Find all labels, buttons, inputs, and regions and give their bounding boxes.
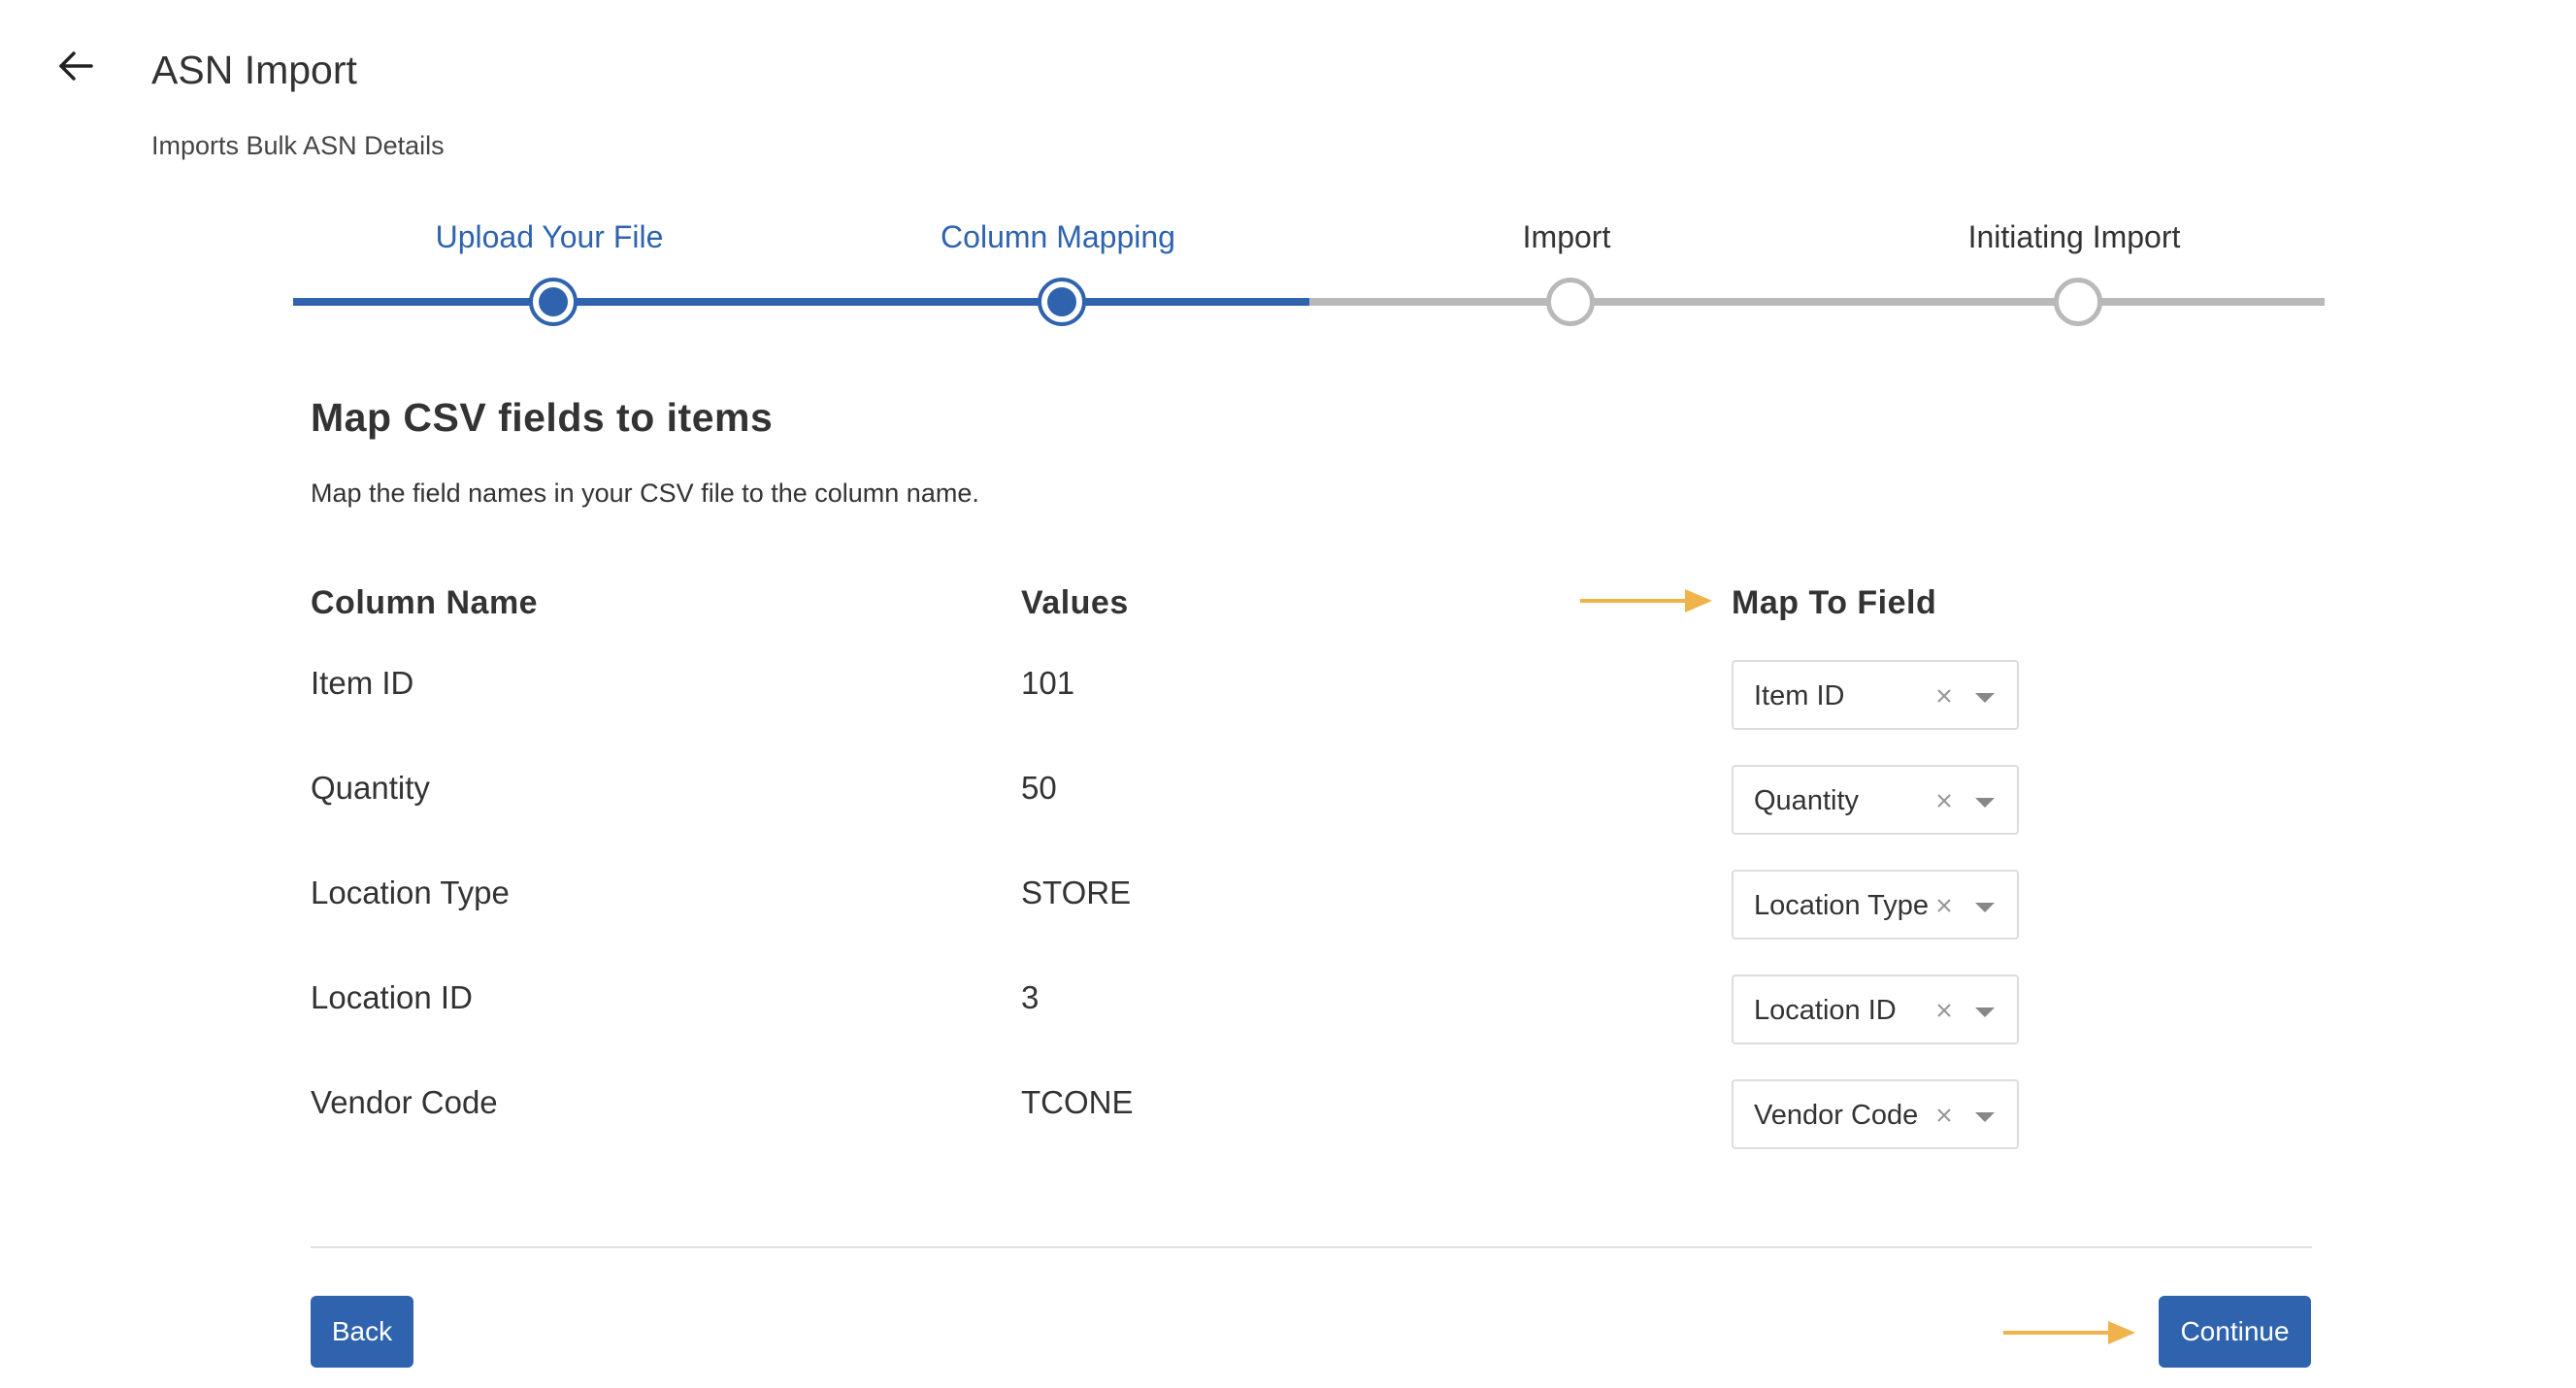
step-dot-initiating-import <box>2054 278 2102 326</box>
step-label-upload[interactable]: Upload Your File <box>436 215 664 258</box>
row-column-name: Location ID <box>311 979 473 1015</box>
page-subtitle: Imports Bulk ASN Details <box>151 131 445 160</box>
section-title: Map CSV fields to items <box>311 395 774 440</box>
step-dot-upload[interactable] <box>529 278 578 326</box>
chevron-down-icon[interactable] <box>1974 796 1996 808</box>
close-icon[interactable] <box>1932 788 1957 813</box>
step-label-initiating-import: Initiating Import <box>1967 219 2181 254</box>
back-arrow-icon[interactable] <box>54 45 97 87</box>
map-field-select-value: Item ID <box>1754 680 1845 711</box>
row-value: STORE <box>1021 875 1132 910</box>
row-value: 50 <box>1021 770 1057 806</box>
step-dot-import <box>1546 278 1595 326</box>
map-field-select-value: Location Type <box>1754 890 1930 921</box>
map-field-select[interactable]: Vendor Code <box>1732 1079 2019 1149</box>
map-field-select-value: Vendor Code <box>1754 1100 1919 1131</box>
annotation-arrow-icon <box>2003 1318 2137 1347</box>
chevron-down-icon[interactable] <box>1974 1110 1996 1122</box>
close-icon[interactable] <box>1932 683 1957 709</box>
chevron-down-icon[interactable] <box>1974 691 1996 703</box>
map-field-select[interactable]: Item ID <box>1732 660 2019 730</box>
row-value: 101 <box>1021 665 1075 701</box>
footer-divider <box>311 1246 2312 1248</box>
chevron-down-icon[interactable] <box>1974 901 1996 912</box>
chevron-down-icon[interactable] <box>1974 1006 1996 1017</box>
annotation-arrow-icon <box>1580 586 1714 615</box>
row-column-name: Quantity <box>311 770 430 806</box>
map-to-field-header: Map To Field <box>1732 584 1937 621</box>
step-label-column-mapping[interactable]: Column Mapping <box>941 215 1175 258</box>
row-column-name: Location Type <box>311 875 510 910</box>
close-icon[interactable] <box>1932 998 1957 1023</box>
map-field-select-value: Quantity <box>1754 785 1859 816</box>
row-value: 3 <box>1021 979 1040 1015</box>
row-column-name: Item ID <box>311 665 414 701</box>
map-field-select[interactable]: Quantity <box>1732 765 2019 835</box>
step-label-import: Import <box>1522 219 1611 254</box>
row-column-name: Vendor Code <box>311 1084 498 1120</box>
stepper-track-complete <box>293 298 1309 306</box>
close-icon[interactable] <box>1932 1103 1957 1128</box>
close-icon[interactable] <box>1932 893 1957 918</box>
stepper-track-pending <box>1309 298 2325 306</box>
map-field-select[interactable]: Location ID <box>1732 975 2019 1044</box>
step-dot-column-mapping[interactable] <box>1038 278 1086 326</box>
back-button[interactable]: Back <box>311 1296 413 1368</box>
values-header: Values <box>1021 584 1129 621</box>
map-field-select-value: Location ID <box>1754 995 1897 1026</box>
row-value: TCONE <box>1021 1084 1134 1120</box>
continue-button[interactable]: Continue <box>2159 1296 2311 1368</box>
column-name-header: Column Name <box>311 584 539 621</box>
page-title: ASN Import <box>151 48 357 92</box>
section-description: Map the field names in your CSV file to … <box>311 479 979 508</box>
map-field-select[interactable]: Location Type <box>1732 870 2019 940</box>
